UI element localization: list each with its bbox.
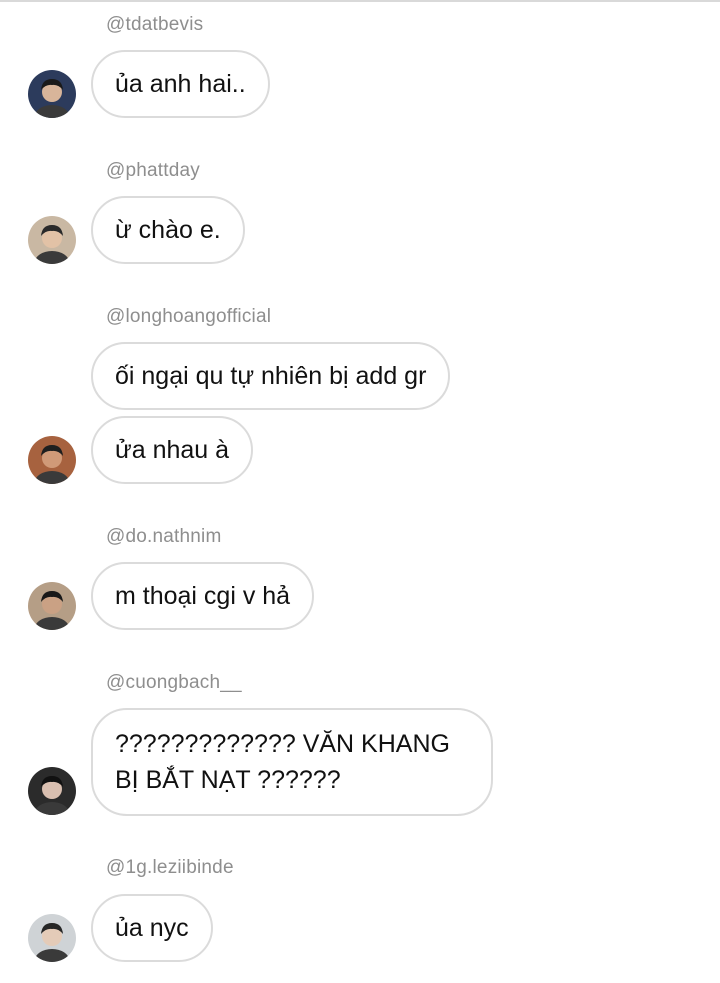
user-avatar-icon[interactable]: [28, 70, 76, 118]
username[interactable]: @cuongbach__: [106, 672, 242, 694]
message-bubble[interactable]: ủa nyc: [91, 894, 213, 962]
message-text: m thoại cgi v hả: [115, 581, 291, 610]
message-bubble[interactable]: m thoại cgi v hả: [91, 562, 315, 630]
message-text: ủa anh hai..: [115, 69, 246, 98]
message-bubble[interactable]: ừ chào e.: [91, 196, 245, 264]
username[interactable]: @tdatbevis: [106, 14, 203, 36]
username[interactable]: @longhoangofficial: [106, 306, 271, 328]
username[interactable]: @do.nathnim: [106, 526, 222, 548]
user-avatar-icon[interactable]: [28, 216, 76, 264]
message-bubble[interactable]: ối ngại qu tự nhiên bị add gr: [91, 342, 451, 410]
top-divider: [0, 0, 720, 2]
username[interactable]: @phattday: [106, 160, 200, 182]
user-avatar-icon[interactable]: [28, 436, 76, 484]
user-avatar-icon[interactable]: [28, 582, 76, 630]
user-avatar-icon[interactable]: [28, 914, 76, 962]
message-text: ửa nhau à: [115, 435, 230, 464]
message-text: ủa nyc: [115, 913, 189, 942]
message-bubble[interactable]: ủa anh hai..: [91, 50, 270, 118]
username[interactable]: @1g.leziibinde: [106, 857, 234, 879]
message-bubble[interactable]: ửa nhau à: [91, 416, 254, 484]
user-avatar-icon[interactable]: [28, 767, 76, 815]
message-text: ????????????? VĂN KHANG BỊ BẮT NẠT ?????…: [115, 730, 450, 794]
message-text: ừ chào e.: [115, 215, 221, 244]
message-bubble[interactable]: ????????????? VĂN KHANG BỊ BẮT NẠT ?????…: [91, 708, 493, 816]
message-text: ối ngại qu tự nhiên bị add gr: [115, 361, 427, 390]
